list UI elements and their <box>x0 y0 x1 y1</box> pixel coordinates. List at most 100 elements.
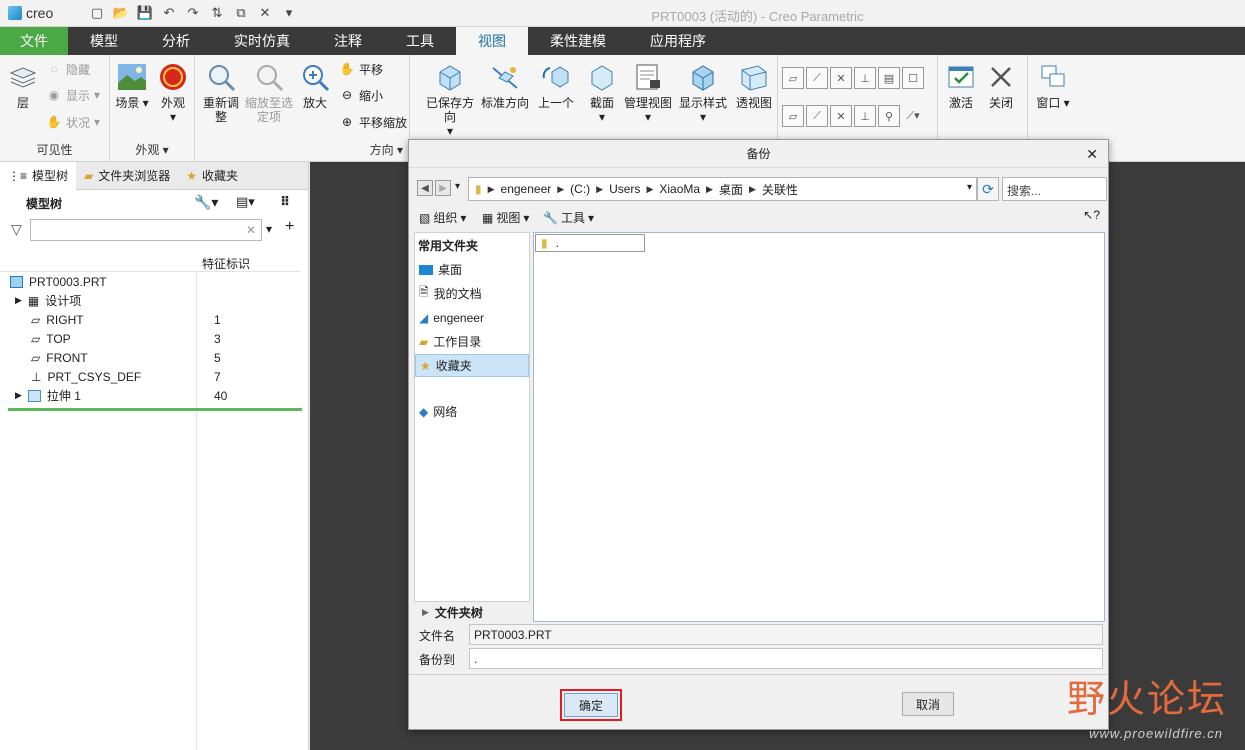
refit-button[interactable]: 重新调整 <box>199 61 243 124</box>
back-icon[interactable]: ◀ <box>417 180 433 196</box>
file-name-field[interactable]: PRT0003.PRT <box>469 624 1103 645</box>
sketch-toggle[interactable]: ⟋▾ <box>902 105 924 127</box>
windows-button[interactable]: 窗口 ▾ <box>1032 61 1074 110</box>
tab-annotate[interactable]: 注释 <box>312 27 384 55</box>
left-panel: ⋮≡ 模型树 ▰ 文件夹浏览器 ★ 收藏夹 模型树 🔧▾ ▤▾ ⠿ ▽ ✕ ▾ + 特… <box>0 161 309 750</box>
tree-icon: ⋮≡ <box>8 168 28 183</box>
tab-favorites[interactable]: ★ 收藏夹 <box>178 162 246 190</box>
path-segment[interactable]: 桌面 <box>719 181 743 198</box>
section-button[interactable]: 截面 ▾ <box>584 61 620 124</box>
tree-row-right[interactable]: ▱ RIGHT 1 <box>0 310 300 329</box>
sidebar-item-favorites[interactable]: ★ 收藏夹 <box>415 354 529 377</box>
dimension-display-toggle[interactable]: ☐ <box>902 67 924 89</box>
path-segment[interactable]: engeneer <box>501 182 552 196</box>
chevron-down-icon[interactable]: ▾ <box>967 182 972 193</box>
path-segment[interactable]: 关联性 <box>762 181 798 198</box>
tree-row-design-items[interactable]: ▶ ▦ 设计项 <box>0 291 300 310</box>
close-window-button[interactable]: 关闭 <box>984 61 1018 110</box>
tab-view[interactable]: 视图 <box>456 27 528 55</box>
csys-tag-toggle[interactable]: ⊥ <box>854 105 876 127</box>
tab-flexible-modeling[interactable]: 柔性建模 <box>528 27 628 55</box>
status-button[interactable]: ✋ 状况 ▾ <box>46 112 101 132</box>
dialog-title-bar: 备份 ✕ <box>409 140 1108 168</box>
pan-zoom-button[interactable]: ⊕ 平移缩放 <box>339 112 407 132</box>
tab-file[interactable]: 文件 <box>0 27 68 55</box>
tree-row-top[interactable]: ▱ TOP 3 <box>0 329 300 348</box>
clear-icon[interactable]: ✕ <box>246 223 256 237</box>
plane-display-toggle[interactable]: ▱ <box>782 67 804 89</box>
sidebar-item-documents[interactable]: 🗎 我的文档 <box>415 282 529 305</box>
chevron-down-icon[interactable]: ▾ <box>455 181 460 192</box>
organize-button[interactable]: ▧ 组织 ▾ <box>419 209 466 226</box>
perspective-icon <box>738 61 770 93</box>
point-display-toggle[interactable]: ✕ <box>830 67 852 89</box>
display-style-button[interactable]: 显示样式 ▾ <box>676 61 730 124</box>
show-button[interactable]: ◉ 显示 ▾ <box>46 85 100 105</box>
search-input[interactable]: 搜索... <box>1002 177 1107 201</box>
forward-icon[interactable]: ▶ <box>435 180 451 196</box>
add-icon[interactable]: + <box>285 218 294 236</box>
expand-icon[interactable]: ▶ <box>15 295 22 306</box>
zoom-in-button[interactable]: 放大 <box>297 61 333 110</box>
expand-icon[interactable]: ▶ <box>15 390 22 401</box>
tree-columns-icon[interactable]: ⠿ <box>280 194 290 210</box>
windows-icon <box>1037 61 1069 93</box>
show-icon[interactable]: ▤▾ <box>236 194 255 210</box>
cancel-button[interactable]: 取消 <box>902 692 954 716</box>
tab-model-tree[interactable]: ⋮≡ 模型树 <box>0 161 77 190</box>
perspective-button[interactable]: 透视图 <box>732 61 776 110</box>
settings-icon[interactable]: 🔧▾ <box>194 194 218 211</box>
tools-button[interactable]: 🔧 工具 ▾ <box>543 209 594 226</box>
folder-tree-toggle[interactable]: ▶ 文件夹树 <box>414 601 530 622</box>
status-icon: ✋ <box>46 115 62 129</box>
annotation-display-toggle[interactable]: ▤ <box>878 67 900 89</box>
address-bar[interactable]: ▮ ▶ engeneer ▶ (C:) ▶ Users ▶ XiaoMa ▶ 桌… <box>468 177 977 201</box>
sidebar-item-engeneer[interactable]: ◢ engeneer <box>415 306 529 329</box>
tab-applications[interactable]: 应用程序 <box>628 27 728 55</box>
tree-row-front[interactable]: ▱ FRONT 5 <box>0 348 300 367</box>
tab-analysis[interactable]: 分析 <box>140 27 212 55</box>
views-button[interactable]: ▦ 视图 ▾ <box>482 209 529 226</box>
spin-center-toggle[interactable]: ⚲ <box>878 105 900 127</box>
layer-button[interactable]: 层 <box>6 61 40 110</box>
sidebar-item-network[interactable]: ◆ 网络 <box>415 400 529 423</box>
hide-button[interactable]: ◌ 隐藏 <box>46 59 90 79</box>
zoom-selected-icon <box>253 61 285 93</box>
refresh-icon[interactable]: ⟳ <box>977 177 999 201</box>
tree-row-extrude[interactable]: ▶ 拉伸 1 40 <box>0 386 300 405</box>
axis-tag-toggle[interactable]: ⟋ <box>806 105 828 127</box>
path-segment[interactable]: Users <box>609 182 640 196</box>
plane-tag-toggle[interactable]: ▱ <box>782 105 804 127</box>
standard-orientation-button[interactable]: 标准方向 <box>478 61 532 110</box>
pan-button[interactable]: ✋ 平移 <box>339 59 384 79</box>
tab-model[interactable]: 模型 <box>68 27 140 55</box>
activate-button[interactable]: 激活 <box>944 61 978 110</box>
manage-views-button[interactable]: 管理视图 ▾ <box>622 61 674 124</box>
tab-folder-browser[interactable]: ▰ 文件夹浏览器 <box>76 162 178 190</box>
sidebar-item-desktop[interactable]: 桌面 <box>415 258 529 281</box>
tree-row-csys[interactable]: ⊥ PRT_CSYS_DEF 7 <box>0 367 300 386</box>
saved-orientations-button[interactable]: 已保存方向 ▾ <box>422 61 478 138</box>
path-segment[interactable]: (C:) <box>570 182 590 196</box>
zoom-selected-button[interactable]: 缩放至选定项 <box>243 61 295 124</box>
tree-row-part[interactable]: PRT0003.PRT <box>0 272 300 291</box>
sidebar-item-working-dir[interactable]: ▰ 工作目录 <box>415 330 529 353</box>
file-item[interactable]: ▮. <box>535 234 645 252</box>
chevron-down-icon[interactable]: ▾ <box>266 222 272 236</box>
path-segment[interactable]: XiaoMa <box>659 182 700 196</box>
appearance-button[interactable]: 外观 ▾ <box>156 61 190 124</box>
previous-orientation-button[interactable]: 上一个 <box>534 61 578 110</box>
csys-display-toggle[interactable]: ⊥ <box>854 67 876 89</box>
help-icon[interactable]: ↖? <box>1083 208 1100 222</box>
tab-tools[interactable]: 工具 <box>384 27 456 55</box>
file-list-area[interactable]: ▮. <box>533 232 1105 622</box>
axis-display-toggle[interactable]: ⟋ <box>806 67 828 89</box>
ok-button[interactable]: 确定 <box>560 689 622 721</box>
backup-to-field[interactable]: . <box>469 648 1103 669</box>
zoom-out-button[interactable]: ⊖ 缩小 <box>339 85 383 105</box>
point-tag-toggle[interactable]: ✕ <box>830 105 852 127</box>
scene-button[interactable]: 场景 ▾ <box>114 61 150 110</box>
tab-live-simulation[interactable]: 实时仿真 <box>212 27 312 55</box>
close-icon[interactable]: ✕ <box>1086 140 1098 168</box>
filter-input[interactable]: ✕ <box>30 219 262 241</box>
